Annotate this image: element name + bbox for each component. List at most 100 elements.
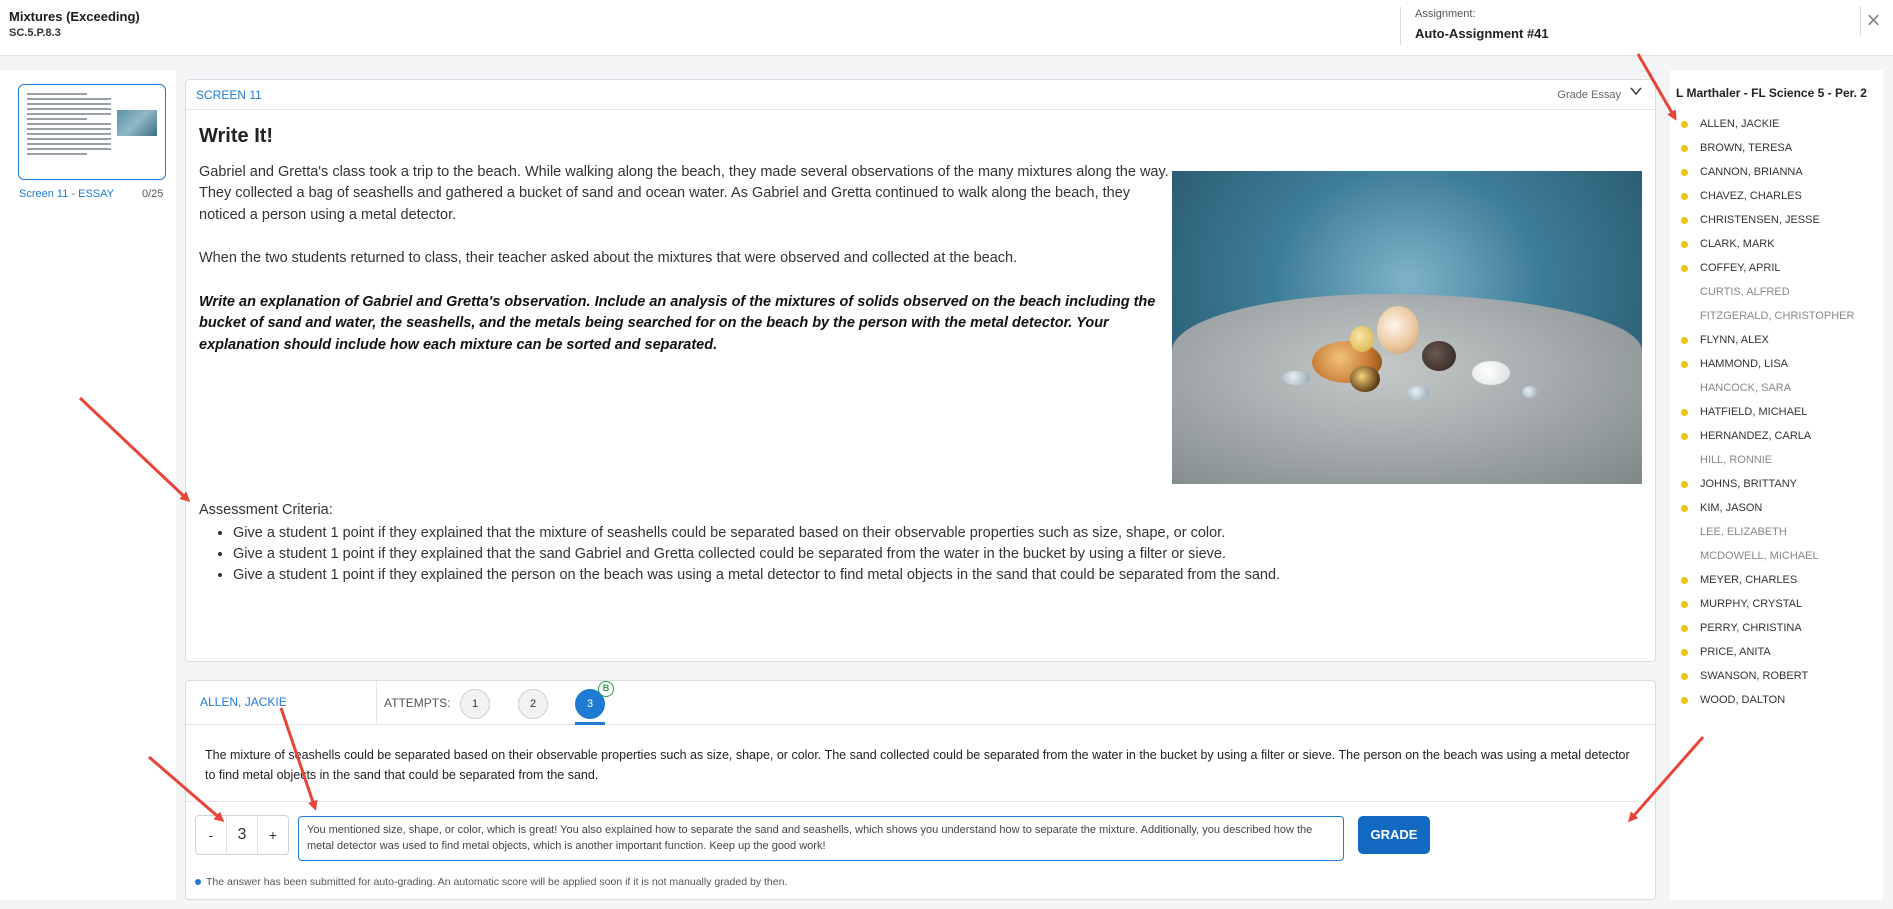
class-roster: L Marthaler - FL Science 5 - Per. 2 ALLE… [1670,70,1883,900]
thumbnail-score: 0/25 [142,188,164,200]
criteria-title: Assessment Criteria: [199,502,333,518]
roster-student[interactable]: MCDOWELL, MICHAEL [1678,544,1854,568]
attempts-header: ALLEN, JACKIE ATTEMPTS: 1 2 3 B [186,681,1655,725]
roster-student[interactable]: HANCOCK, SARA [1678,376,1854,400]
status-dot-icon [1681,241,1688,248]
criteria-list: Give a student 1 point if they explained… [199,524,1280,585]
question-paragraph-1: Gabriel and Gretta's class took a trip t… [199,163,1169,223]
roster-student-name: CHAVEZ, CHARLES [1700,190,1802,202]
lesson-title: Mixtures (Exceeding) [9,9,140,24]
top-header: Mixtures (Exceeding) SC.5.P.8.3 Assignme… [0,0,1893,56]
grade-mode-select[interactable]: Grade Essay [1557,89,1621,101]
status-dot-icon [1681,673,1688,680]
student-answer: The mixture of seashells could be separa… [205,748,1630,782]
grade-button[interactable]: GRADE [1358,816,1430,854]
status-dot-icon [1681,601,1688,608]
roster-student[interactable]: HERNANDEZ, CARLA [1678,424,1854,448]
roster-title: L Marthaler - FL Science 5 - Per. 2 [1676,86,1867,100]
roster-student-name: WOOD, DALTON [1700,694,1786,706]
roster-student-name: CANNON, BRIANNA [1700,166,1803,178]
roster-student-name: ALLEN, JACKIE [1700,118,1780,130]
roster-student[interactable]: CANNON, BRIANNA [1678,160,1854,184]
attempt-badge: B [598,681,614,697]
status-dot-icon [1681,577,1688,584]
roster-student-name: MCDOWELL, MICHAEL [1700,550,1819,562]
roster-student[interactable]: CHAVEZ, CHARLES [1678,184,1854,208]
decrement-button[interactable]: - [196,816,226,854]
status-dot-icon [1681,625,1688,632]
screen-thumbnail[interactable] [18,84,166,180]
seashell-beach-image [1172,171,1642,484]
roster-student[interactable]: SWANSON, ROBERT [1678,664,1854,688]
roster-student[interactable]: MEYER, CHARLES [1678,568,1854,592]
roster-student[interactable]: PRICE, ANITA [1678,640,1854,664]
roster-student-name: JOHNS, BRITTANY [1700,478,1797,490]
roster-student[interactable]: PERRY, CHRISTINA [1678,616,1854,640]
screen-header: SCREEN 11 Grade Essay [186,80,1655,110]
grade-divider [186,801,1657,802]
roster-student-name: LEE, ELIZABETH [1700,526,1787,538]
roster-student[interactable]: FLYNN, ALEX [1678,328,1854,352]
status-dot-icon [1681,145,1688,152]
attempts-label: ATTEMPTS: [384,696,451,710]
score-value[interactable]: 3 [226,816,258,854]
feedback-input[interactable]: You mentioned size, shape, or color, whi… [298,816,1344,861]
question-content: Write It! Gabriel and Gretta's class too… [199,125,1179,378]
assessment-criteria: Assessment Criteria: Give a student 1 po… [199,502,1280,587]
score-stepper: - 3 + [195,815,289,855]
roster-student[interactable]: FITZGERALD, CHRISTOPHER [1678,304,1854,328]
roster-student-name: HATFIELD, MICHAEL [1700,406,1808,418]
status-dot-icon [1681,193,1688,200]
roster-student[interactable]: BROWN, TERESA [1678,136,1854,160]
header-divider [1400,7,1401,45]
screen-card: SCREEN 11 Grade Essay Write It! Gabriel … [185,79,1656,662]
roster-student[interactable]: CHRISTENSEN, JESSE [1678,208,1854,232]
criteria-item: Give a student 1 point if they explained… [233,545,1280,564]
roster-student[interactable]: CURTIS, ALFRED [1678,280,1854,304]
roster-student[interactable]: WOOD, DALTON [1678,688,1854,712]
auto-grade-note-text: The answer has been submitted for auto-g… [206,876,788,888]
roster-student[interactable]: KIM, JASON [1678,496,1854,520]
increment-button[interactable]: + [258,816,288,854]
roster-student-name: MURPHY, CRYSTAL [1700,598,1803,610]
criteria-item: Give a student 1 point if they explained… [233,524,1280,543]
attempt-2-button[interactable]: 2 [518,689,548,719]
grading-card: ALLEN, JACKIE ATTEMPTS: 1 2 3 B The mixt… [185,680,1657,900]
status-dot-icon [1681,697,1688,704]
active-attempt-indicator [575,722,605,725]
status-dot-icon [1681,649,1688,656]
roster-student-name: FLYNN, ALEX [1700,334,1769,346]
attempt-1-button[interactable]: 1 [460,689,490,719]
status-dot-icon [1681,409,1688,416]
roster-student-name: MEYER, CHARLES [1700,574,1798,586]
chevron-down-icon[interactable] [1629,84,1643,101]
info-dot-icon [195,879,201,886]
close-icon[interactable]: × [1860,6,1886,36]
question-paragraph-2: When the two students returned to class,… [199,250,1018,266]
roster-student[interactable]: HAMMOND, LISA [1678,352,1854,376]
roster-list: ALLEN, JACKIE BROWN, TERESA CANNON, BRIANN… [1678,112,1854,712]
status-dot-icon [1681,337,1688,344]
roster-student[interactable]: HATFIELD, MICHAEL [1678,400,1854,424]
roster-student[interactable]: ALLEN, JACKIE [1678,112,1854,136]
roster-student[interactable]: HILL, RONNIE [1678,448,1854,472]
roster-student[interactable]: MURPHY, CRYSTAL [1678,592,1854,616]
roster-student-name: BROWN, TERESA [1700,142,1793,154]
roster-student[interactable]: CLARK, MARK [1678,232,1854,256]
question-prompt: Write an explanation of Gabriel and Gret… [199,293,1156,353]
roster-student[interactable]: LEE, ELIZABETH [1678,520,1854,544]
thumbnail-label[interactable]: Screen 11 - ESSAY [19,188,114,200]
roster-student-name: KIM, JASON [1700,502,1763,514]
roster-student[interactable]: COFFEY, APRIL [1678,256,1854,280]
selected-student[interactable]: ALLEN, JACKIE [186,681,377,725]
roster-student-name: PRICE, ANITA [1700,646,1771,658]
screen-name: SCREEN 11 [196,88,262,102]
assignment-label: Assignment: [1415,8,1476,20]
status-dot-icon [1681,217,1688,224]
roster-student-name: SWANSON, ROBERT [1700,670,1809,682]
status-dot-icon [1681,265,1688,272]
attempt-3-label: 3 [586,698,594,710]
roster-student[interactable]: JOHNS, BRITTANY [1678,472,1854,496]
attempt-3-button[interactable]: 3 B [575,681,614,719]
roster-student-name: CURTIS, ALFRED [1700,286,1790,298]
